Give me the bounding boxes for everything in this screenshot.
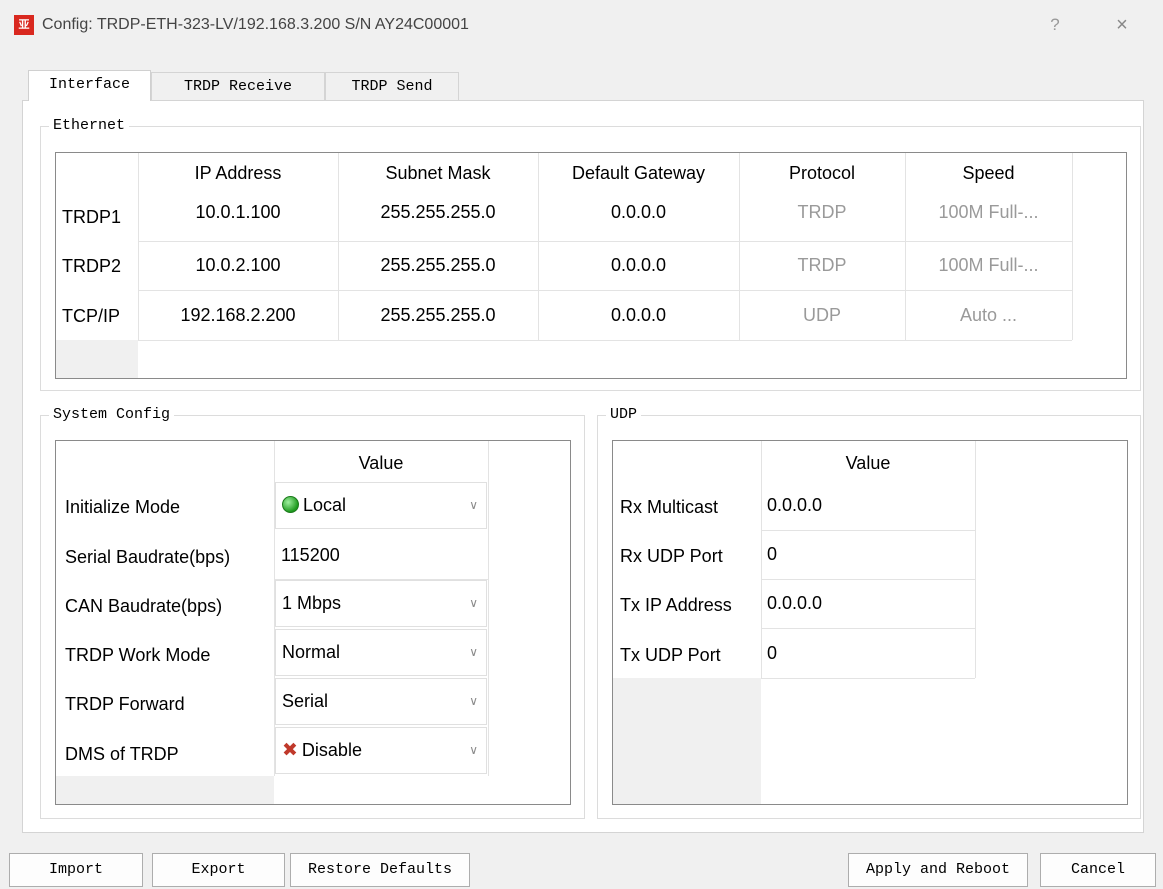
rx-multicast-value[interactable]: 0.0.0.0 (767, 481, 973, 530)
gateway-cell[interactable]: 0.0.0.0 (538, 291, 739, 340)
row-header-trdp2: TRDP2 (62, 256, 122, 276)
column-header-value[interactable]: Value (761, 453, 975, 474)
row-label-initialize-mode: Initialize Mode (65, 497, 181, 517)
row-label-rx-udp-port: Rx UDP Port (620, 546, 723, 566)
row-label-rx-multicast: Rx Multicast (620, 497, 719, 517)
chevron-down-icon[interactable]: ∨ (469, 679, 478, 724)
red-x-icon: ✖ (282, 740, 298, 761)
grid-line (1072, 153, 1073, 340)
udp-group-title: UDP (606, 405, 642, 425)
dms-of-trdp-combo[interactable]: ✖ Disable ∨ (275, 727, 487, 774)
can-baudrate-value: 1 Mbps (282, 593, 342, 613)
trdp-work-mode-value: Normal (282, 642, 341, 662)
column-header-value[interactable]: Value (274, 453, 488, 474)
table-empty-rowheader (56, 340, 138, 378)
ip-address-cell[interactable]: 192.168.2.200 (138, 291, 338, 340)
tx-udp-port-value[interactable]: 0 (767, 629, 973, 678)
grid-line (761, 441, 762, 678)
restore-defaults-button[interactable]: Restore Defaults (290, 853, 470, 887)
green-led-icon (282, 496, 299, 513)
export-button[interactable]: Export (152, 853, 285, 887)
column-header[interactable]: IP Address (138, 163, 338, 184)
subnet-mask-cell[interactable]: 255.255.255.0 (338, 188, 538, 237)
initialize-mode-value: Local (303, 495, 347, 515)
grid-line (488, 441, 489, 776)
gateway-cell[interactable]: 0.0.0.0 (538, 241, 739, 290)
ip-address-cell[interactable]: 10.0.1.100 (138, 188, 338, 237)
grid-line (761, 678, 975, 679)
column-header[interactable]: Subnet Mask (338, 163, 538, 184)
table-corner (56, 153, 138, 193)
column-header[interactable]: Speed (905, 163, 1072, 184)
subnet-mask-cell[interactable]: 255.255.255.0 (338, 241, 538, 290)
ethernet-table: IP Address Subnet Mask Default Gateway P… (55, 152, 1127, 379)
ip-address-cell[interactable]: 10.0.2.100 (138, 241, 338, 290)
protocol-cell[interactable]: TRDP (739, 241, 905, 290)
tab-trdp-receive[interactable]: TRDP Receive (151, 72, 325, 100)
row-label-dms-of-trdp: DMS of TRDP (65, 744, 179, 764)
grid-line (138, 340, 1072, 341)
initialize-mode-combo[interactable]: Local ∨ (275, 482, 487, 529)
grid-line (975, 441, 976, 678)
protocol-cell[interactable]: TRDP (739, 188, 905, 237)
row-label-tx-ip-address: Tx IP Address (620, 595, 732, 615)
row-label-can-baudrate: CAN Baudrate(bps) (65, 596, 223, 616)
system-config-group-title: System Config (49, 405, 175, 425)
trdp-forward-combo[interactable]: Serial ∨ (275, 678, 487, 725)
tab-interface[interactable]: Interface (28, 70, 151, 101)
ethernet-group-title: Ethernet (49, 116, 130, 136)
trdp-forward-value: Serial (282, 691, 329, 711)
row-header-trdp1: TRDP1 (62, 207, 122, 227)
chevron-down-icon[interactable]: ∨ (469, 728, 478, 773)
gateway-cell[interactable]: 0.0.0.0 (538, 188, 739, 237)
help-button[interactable]: ? (1040, 10, 1070, 40)
speed-cell[interactable]: 100M Full-... (905, 188, 1072, 237)
system-config-table: Value Initialize Mode Local ∨ Serial Bau… (55, 440, 571, 805)
apply-and-reboot-button[interactable]: Apply and Reboot (848, 853, 1028, 887)
row-label-trdp-forward: TRDP Forward (65, 694, 185, 714)
import-button[interactable]: Import (9, 853, 143, 887)
serial-baudrate-value[interactable]: 115200 (281, 531, 487, 580)
table-empty-rowheader (613, 678, 761, 804)
chevron-down-icon[interactable]: ∨ (469, 630, 478, 675)
column-header[interactable]: Default Gateway (538, 163, 739, 184)
tab-trdp-send[interactable]: TRDP Send (325, 72, 459, 100)
cancel-button[interactable]: Cancel (1040, 853, 1156, 887)
speed-cell[interactable]: Auto ... (905, 291, 1072, 340)
row-header-tcpip: TCP/IP (62, 306, 121, 326)
close-button[interactable]: × (1105, 10, 1139, 40)
title-bar: 亚 Config: TRDP-ETH-323-LV/192.168.3.200 … (0, 0, 1163, 50)
row-label-trdp-work-mode: TRDP Work Mode (65, 645, 211, 665)
column-header[interactable]: Protocol (739, 163, 905, 184)
app-icon: 亚 (14, 15, 34, 35)
tx-ip-address-value[interactable]: 0.0.0.0 (767, 579, 973, 628)
subnet-mask-cell[interactable]: 255.255.255.0 (338, 291, 538, 340)
table-empty-rowheader (56, 776, 274, 804)
protocol-cell[interactable]: UDP (739, 291, 905, 340)
chevron-down-icon[interactable]: ∨ (469, 483, 478, 528)
rx-udp-port-value[interactable]: 0 (767, 530, 973, 579)
chevron-down-icon[interactable]: ∨ (469, 581, 478, 626)
row-label-tx-udp-port: Tx UDP Port (620, 645, 721, 665)
can-baudrate-combo[interactable]: 1 Mbps ∨ (275, 580, 487, 627)
udp-table: Value Rx Multicast 0.0.0.0 Rx UDP Port 0… (612, 440, 1128, 805)
window-title: Config: TRDP-ETH-323-LV/192.168.3.200 S/… (42, 16, 469, 33)
dms-of-trdp-value: Disable (301, 740, 362, 760)
speed-cell[interactable]: 100M Full-... (905, 241, 1072, 290)
trdp-work-mode-combo[interactable]: Normal ∨ (275, 629, 487, 676)
row-label-serial-baudrate: Serial Baudrate(bps) (65, 547, 231, 567)
